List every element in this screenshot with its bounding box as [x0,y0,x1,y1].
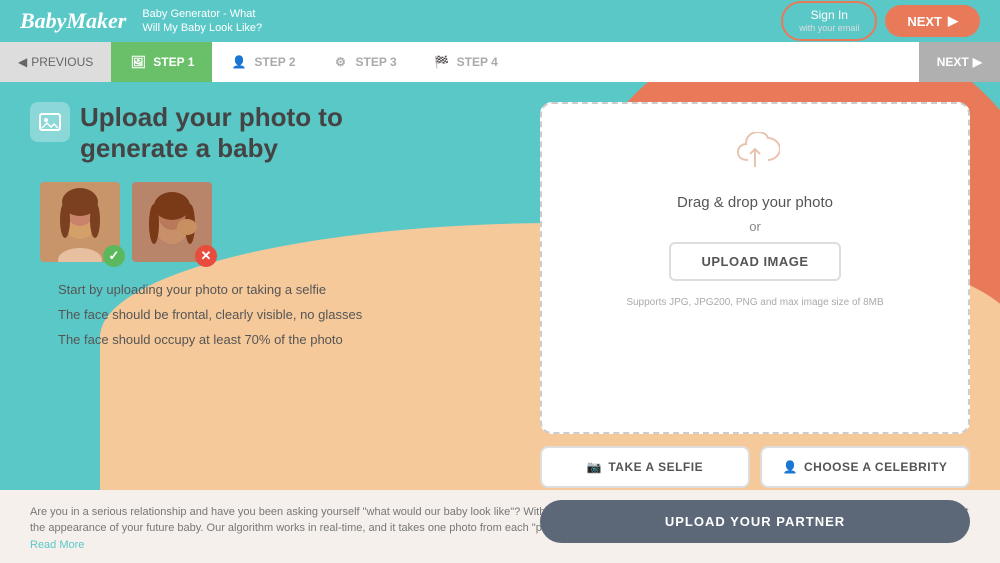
gear-icon: ⚙ [332,53,350,71]
cloud-upload-icon [730,132,780,182]
upload-image-button[interactable]: UPLOAD IMAGE [669,242,840,281]
instructions-list: Start by uploading your photo or taking … [40,282,500,347]
flag-icon: 🏁 [433,53,451,71]
arrow-right-icon: ▶ [973,55,982,69]
arrow-left-icon: ◀ [18,55,27,69]
image-icon: 🖼 [129,53,147,71]
take-selfie-button[interactable]: 📷 TAKE A SELFIE [540,446,750,488]
main-content: Upload your photo to generate a baby [0,82,1000,563]
instruction-item: The face should be frontal, clearly visi… [40,307,500,322]
header-next-button[interactable]: NEXT ▶ [885,5,980,37]
step-3-tab[interactable]: ⚙ STEP 3 [314,42,415,82]
page-title: Upload your photo to generate a baby [30,102,500,164]
logo: BabyMaker [20,8,126,34]
person-icon: 👤 [783,460,798,474]
instruction-item: The face should occupy at least 70% of t… [40,332,500,347]
photo-examples: ✓ ✕ [40,182,500,262]
x-badge: ✕ [195,245,217,267]
bullet-icon [40,285,50,295]
nav-next-button[interactable]: NEXT ▶ [919,42,1000,82]
choose-celebrity-button[interactable]: 👤 CHOOSE A CELEBRITY [760,446,970,488]
upload-dropzone[interactable]: Drag & drop your photo or UPLOAD IMAGE S… [540,102,970,434]
left-panel: Upload your photo to generate a baby [0,82,530,563]
drag-drop-label: Drag & drop your photo [677,194,833,211]
person-icon: 👤 [230,53,248,71]
or-label: or [749,219,761,234]
right-panel: Drag & drop your photo or UPLOAD IMAGE S… [530,82,1000,563]
arrow-right-icon: ▶ [948,13,958,29]
upload-partner-button[interactable]: UPLOAD YOUR PARTNER [540,500,970,543]
sign-in-button[interactable]: Sign In with your email [781,1,877,40]
header-tagline: Baby Generator - What Will My Baby Look … [142,7,781,36]
supports-label: Supports JPG, JPG200, PNG and max image … [626,297,883,308]
step-2-tab[interactable]: 👤 STEP 2 [212,42,313,82]
step-4-tab[interactable]: 🏁 STEP 4 [415,42,516,82]
photo-bad-example: ✕ [132,182,212,262]
bullet-icon [40,310,50,320]
title-icon [30,102,70,142]
instruction-item: Start by uploading your photo or taking … [40,282,500,297]
bullet-icon [40,335,50,345]
previous-button[interactable]: ◀ PREVIOUS [0,42,111,82]
camera-icon: 📷 [587,460,602,474]
check-badge: ✓ [103,245,125,267]
header: BabyMaker Baby Generator - What Will My … [0,0,1000,42]
step-1-tab[interactable]: 🖼 STEP 1 [111,42,212,82]
steps-navigation: ◀ PREVIOUS 🖼 STEP 1 👤 STEP 2 ⚙ STEP 3 🏁 … [0,42,1000,82]
action-row: 📷 TAKE A SELFIE 👤 CHOOSE A CELEBRITY [540,446,970,488]
photo-good-example: ✓ [40,182,120,262]
